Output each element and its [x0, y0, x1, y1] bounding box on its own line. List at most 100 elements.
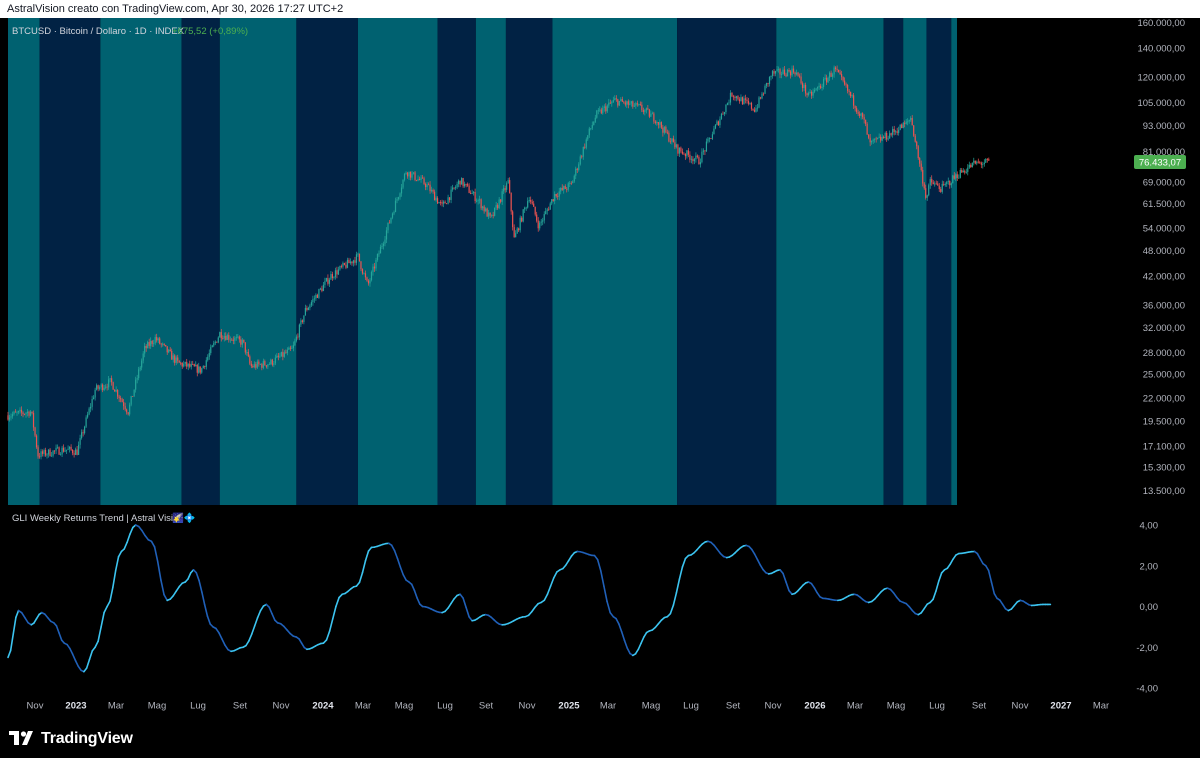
candle-body [899, 124, 901, 130]
candle-body [494, 207, 496, 216]
candle-body [184, 361, 186, 364]
candle-body [955, 174, 957, 179]
chart-area[interactable]: 160.000,00 140.000,00 120.000,00 105.000,00… [0, 18, 1200, 720]
candle-body [572, 181, 574, 184]
candle-body [695, 155, 697, 160]
candle-body [237, 336, 239, 338]
indicator-segment [85, 658, 91, 669]
candle-body [874, 138, 876, 140]
candle-body [456, 184, 458, 188]
candle-body [716, 121, 718, 125]
candle-body [650, 113, 652, 117]
candle-body [699, 162, 702, 165]
candle-body [439, 202, 442, 204]
indicator-axis[interactable]: 4,00 2,00 0,00 -2,00 -4,00 [1136, 521, 1158, 695]
candle-body [965, 171, 967, 173]
candle-body [866, 123, 868, 135]
candle-body [210, 347, 212, 354]
candle-body [871, 140, 873, 143]
candle-body [183, 363, 185, 367]
price-tick-label: 22.000,00 [1143, 394, 1185, 405]
time-tick-label: Lug [683, 701, 699, 712]
candle-body [898, 129, 900, 133]
candle-body [801, 83, 804, 89]
candle-body [665, 126, 667, 133]
indicator-segment [993, 592, 998, 600]
candle-body [983, 162, 985, 165]
candle-body [659, 122, 661, 125]
candle-body [65, 449, 68, 451]
candle-body [645, 108, 647, 111]
candle-body [759, 97, 762, 99]
price-tick-label: 140.000,00 [1137, 43, 1185, 54]
candle-body [406, 172, 409, 177]
time-tick-label: Set [726, 701, 741, 712]
time-axis[interactable]: Nov 2023 Mar Mag Lug Set Nov 2024 Mar Mag Lug Set No… [27, 701, 1110, 712]
indicator-segment [759, 564, 764, 571]
change-label: +675,52 (+0,89%) [172, 26, 248, 37]
candle-body [342, 263, 344, 267]
candle-body [635, 103, 637, 106]
candle-body [470, 192, 472, 194]
price-tick-label: 19.500,00 [1143, 417, 1185, 428]
candle-body [584, 146, 586, 148]
candle-body [421, 177, 424, 179]
candle-body [958, 177, 960, 179]
symbol-label[interactable]: BTCUSD · Bitcoin / Dollaro · 1D · INDEX [12, 26, 185, 37]
candle-body [102, 384, 104, 391]
band-light [951, 18, 957, 505]
candle-body [430, 189, 433, 192]
candle-body [189, 363, 191, 367]
candle-body [34, 427, 36, 436]
candle-body [747, 101, 750, 104]
candle-body [850, 91, 852, 97]
indicator-segment [245, 640, 250, 647]
indicator-line [7, 524, 1052, 673]
candle-body [803, 84, 805, 89]
candle-body [303, 315, 305, 323]
price-axis[interactable]: 160.000,00 140.000,00 120.000,00 105.000,00… [1137, 18, 1185, 497]
candle-body [907, 121, 909, 123]
candle-body [147, 342, 149, 349]
candle-body [905, 121, 907, 124]
candle-body [825, 77, 828, 83]
candle-body [187, 363, 189, 367]
candle-body [821, 86, 823, 88]
candle-body [512, 211, 514, 228]
indicator-title[interactable]: GLI Weekly Returns Trend | Astral Vision… [12, 512, 196, 524]
band-light [552, 18, 678, 505]
tradingview-logo[interactable]: TradingView [9, 730, 133, 748]
candle-body [666, 132, 668, 134]
indicator-segment [669, 604, 675, 615]
candle-body [352, 260, 355, 264]
candle-body [964, 170, 966, 173]
candle-body [509, 180, 511, 193]
candle-body [400, 187, 403, 194]
candle-body [309, 305, 311, 308]
candle-body [731, 92, 733, 97]
candle-body [139, 367, 141, 370]
candle-body [14, 411, 17, 413]
candle-body [594, 117, 596, 122]
candle-body [528, 199, 530, 202]
candle-body [40, 451, 42, 457]
candle-body [605, 106, 607, 112]
chart-svg[interactable]: 160.000,00 140.000,00 120.000,00 105.000,00… [0, 18, 1200, 720]
indicator-segment [596, 558, 602, 572]
indicator-segment [123, 541, 128, 550]
candle-body [378, 253, 380, 255]
candle-body [492, 214, 494, 216]
indicator-segment [259, 605, 265, 612]
candle-body [988, 159, 990, 161]
candle-body [204, 365, 206, 367]
candle-body [13, 411, 15, 415]
candle-body [444, 201, 446, 204]
candle-body [916, 141, 918, 147]
indicator-segment [892, 592, 898, 599]
candle-body [913, 125, 915, 136]
candle-body [253, 364, 255, 368]
candle-body [914, 135, 916, 142]
time-tick-label: 2025 [558, 701, 580, 712]
candle-body [575, 168, 577, 176]
candle-body [448, 197, 451, 200]
